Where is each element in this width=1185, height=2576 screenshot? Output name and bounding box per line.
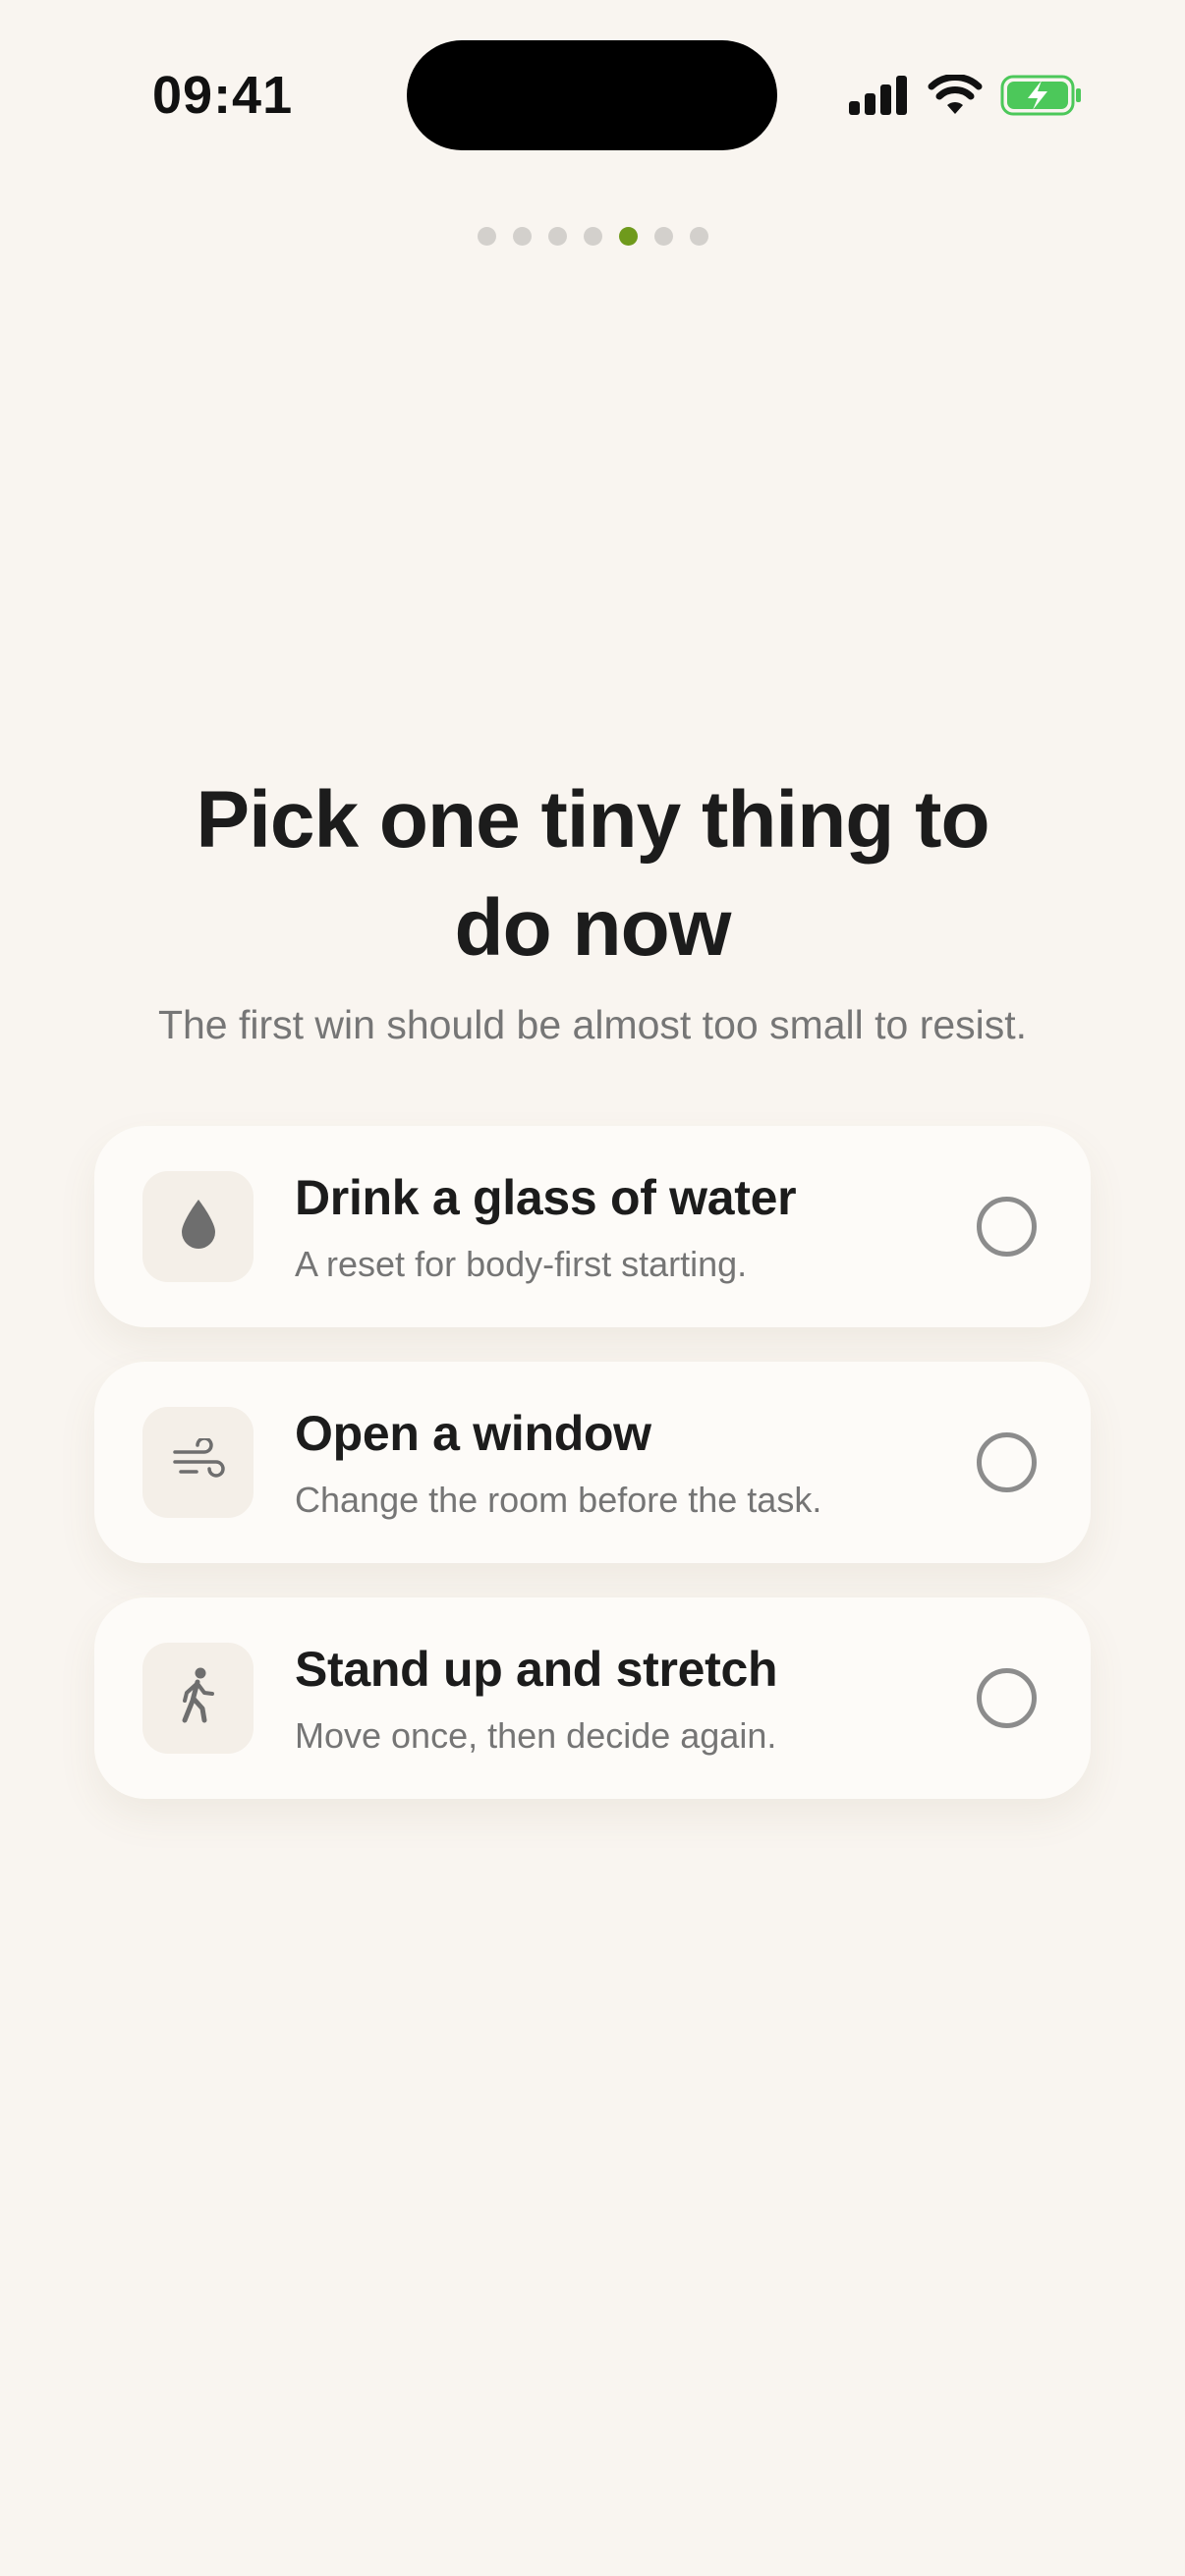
- page-dot: [512, 227, 532, 246]
- icon-tile: [142, 1407, 254, 1518]
- option-description: Change the room before the task.: [295, 1480, 822, 1520]
- water-drop-icon: [179, 1198, 218, 1256]
- option-description: Move once, then decide again.: [295, 1715, 777, 1756]
- page-title: Pick one tiny thing to do now: [196, 775, 989, 973]
- page-dot: [583, 227, 602, 246]
- page-dot: [689, 227, 708, 246]
- options-list: Drink a glass of water A reset for body-…: [94, 1126, 1091, 1833]
- option-card-stretch[interactable]: Stand up and stretch Move once, then dec…: [94, 1597, 1091, 1799]
- walking-person-icon: [177, 1667, 220, 1729]
- option-description: A reset for body-first starting.: [295, 1244, 748, 1284]
- option-card-water[interactable]: Drink a glass of water A reset for body-…: [94, 1126, 1091, 1327]
- option-radio[interactable]: [977, 1432, 1037, 1492]
- option-title: Drink a glass of water: [295, 1170, 797, 1225]
- cellular-signal-icon: [847, 76, 910, 115]
- wind-icon: [171, 1436, 226, 1486]
- page-subtitle: The first win should be almost too small…: [157, 1002, 1028, 1047]
- option-radio[interactable]: [977, 1668, 1037, 1728]
- option-title: Stand up and stretch: [295, 1642, 778, 1697]
- onboarding-screen: 09:41 Pick one tiny thing to do now The …: [0, 0, 1185, 2576]
- page-dot: [653, 227, 673, 246]
- status-bar: 09:41: [0, 0, 1185, 196]
- dynamic-island: [407, 40, 777, 150]
- option-title: Open a window: [295, 1406, 651, 1461]
- icon-tile: [142, 1643, 254, 1754]
- page-dot: [547, 227, 567, 246]
- battery-charging-icon: [1000, 75, 1083, 116]
- status-icons: [847, 71, 1083, 120]
- wifi-icon: [928, 75, 983, 116]
- page-dot-active: [618, 227, 638, 246]
- option-card-window[interactable]: Open a window Change the room before the…: [94, 1362, 1091, 1563]
- option-radio[interactable]: [977, 1197, 1037, 1257]
- icon-tile: [142, 1171, 254, 1282]
- page-dot: [477, 227, 496, 246]
- page-indicator: [0, 227, 1185, 246]
- status-time: 09:41: [152, 66, 294, 125]
